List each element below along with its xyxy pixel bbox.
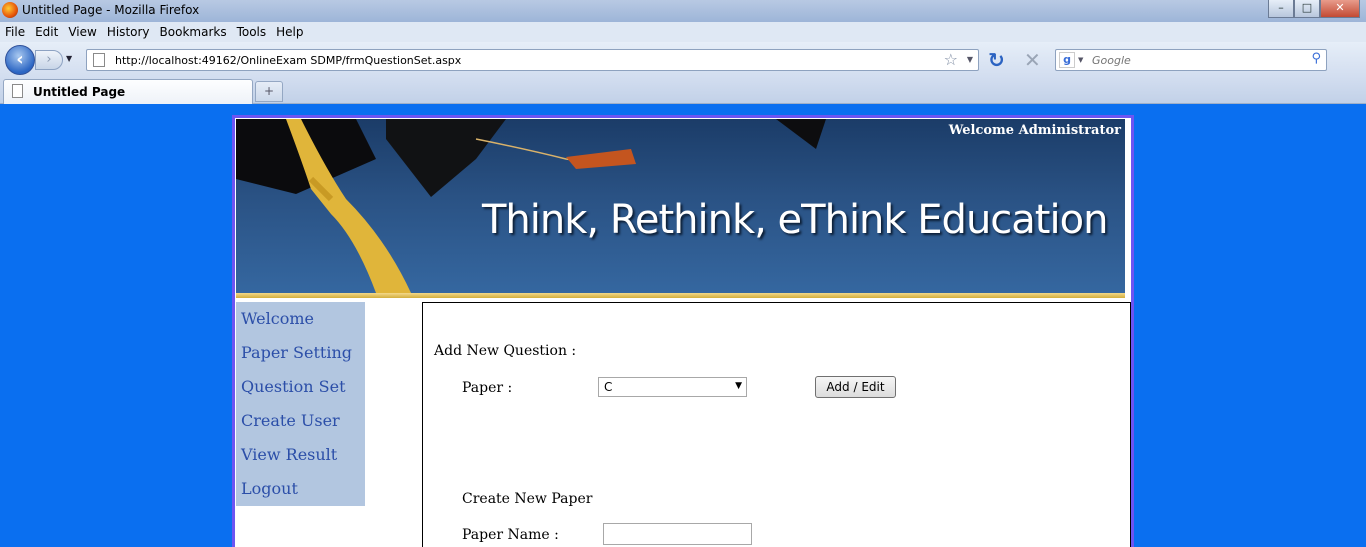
window-title: Untitled Page - Mozilla Firefox — [22, 3, 200, 17]
chevron-down-icon: ▼ — [735, 381, 742, 391]
menu-tools[interactable]: Tools — [232, 25, 272, 39]
address-bar[interactable]: ☆ ▼ — [86, 49, 979, 71]
add-edit-button[interactable]: Add / Edit — [815, 376, 896, 398]
tab-untitled-page[interactable]: Untitled Page — [3, 79, 253, 104]
tab-bar: Untitled Page + — [0, 76, 1366, 104]
search-engine-dropdown-icon[interactable]: ▼ — [1078, 56, 1083, 64]
stop-icon[interactable]: ✕ — [1024, 50, 1041, 70]
add-question-heading: Add New Question : — [434, 343, 577, 359]
sidebar-item-create-user[interactable]: Create User — [236, 408, 365, 442]
menu-history[interactable]: History — [102, 25, 155, 39]
new-tab-button[interactable]: + — [255, 81, 283, 102]
paper-select-value: C — [604, 380, 613, 394]
google-engine-icon[interactable]: g — [1059, 52, 1075, 68]
menu-view[interactable]: View — [63, 25, 101, 39]
banner-divider — [236, 293, 1125, 298]
main-content: Add New Question : Paper : C ▼ Add / Edi… — [422, 302, 1131, 547]
firefox-icon — [2, 2, 18, 18]
sidebar-item-welcome[interactable]: Welcome — [236, 306, 365, 340]
paper-name-input[interactable] — [603, 523, 752, 545]
history-dropdown-icon[interactable]: ▼ — [66, 54, 72, 63]
search-input[interactable] — [1092, 53, 1292, 68]
create-paper-heading: Create New Paper — [462, 491, 593, 507]
sidebar-item-view-result[interactable]: View Result — [236, 442, 365, 476]
menu-edit[interactable]: Edit — [30, 25, 63, 39]
menu-bookmarks[interactable]: Bookmarks — [155, 25, 232, 39]
page-icon — [12, 84, 23, 98]
banner-tagline: Think, Rethink, eThink Education — [482, 197, 1108, 243]
menu-bar: File Edit View History Bookmarks Tools H… — [0, 22, 1366, 42]
close-button[interactable]: ✕ — [1320, 0, 1360, 18]
menu-help[interactable]: Help — [271, 25, 308, 39]
sidebar-item-logout[interactable]: Logout — [236, 476, 365, 510]
bookmark-star-icon[interactable]: ☆ — [944, 50, 958, 69]
reload-icon[interactable]: ↻ — [988, 50, 1005, 70]
paper-label: Paper : — [462, 380, 513, 396]
url-input[interactable] — [115, 52, 935, 68]
window-titlebar: Untitled Page - Mozilla Firefox – □ ✕ — [0, 0, 1366, 22]
maximize-button[interactable]: □ — [1294, 0, 1320, 18]
minimize-button[interactable]: – — [1268, 0, 1294, 18]
header-banner: Welcome Administrator Think, Rethink, eT… — [236, 119, 1125, 293]
paper-select[interactable]: C ▼ — [598, 377, 747, 397]
page-container: Welcome Administrator Think, Rethink, eT… — [232, 115, 1134, 547]
paper-name-label: Paper Name : — [462, 527, 559, 543]
navigation-toolbar: ‹ › ▼ ☆ ▼ ↻ ✕ g ▼ ⚲ — [0, 42, 1366, 76]
menu-file[interactable]: File — [0, 25, 30, 39]
welcome-message: Welcome Administrator — [948, 123, 1121, 138]
sidebar-item-paper-setting[interactable]: Paper Setting — [236, 340, 365, 374]
sidebar-menu: Welcome Paper Setting Question Set Creat… — [236, 302, 365, 506]
tab-label: Untitled Page — [33, 85, 126, 99]
window-controls: – □ ✕ — [1268, 0, 1360, 18]
url-dropdown-icon[interactable]: ▼ — [967, 55, 973, 64]
page-icon — [93, 53, 105, 67]
search-icon[interactable]: ⚲ — [1311, 51, 1321, 66]
sidebar-item-question-set[interactable]: Question Set — [236, 374, 365, 408]
back-button[interactable]: ‹ — [5, 45, 35, 75]
forward-button[interactable]: › — [35, 50, 63, 70]
search-box[interactable]: g ▼ ⚲ — [1055, 49, 1327, 71]
